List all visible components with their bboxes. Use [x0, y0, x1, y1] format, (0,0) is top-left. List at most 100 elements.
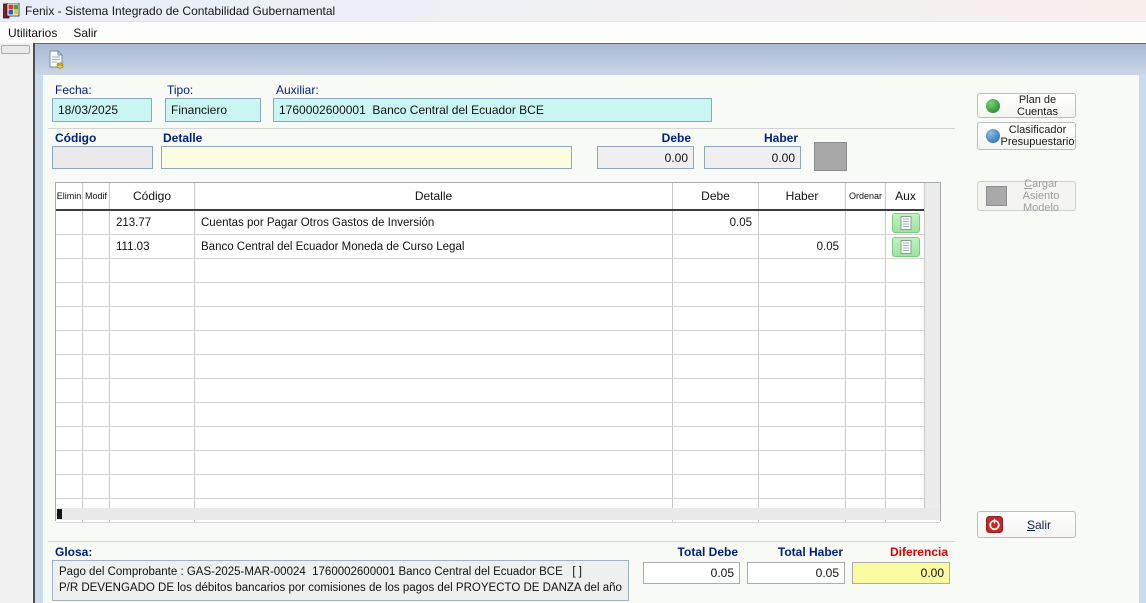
cell-codigo	[110, 403, 195, 426]
cell-debe	[673, 355, 759, 378]
header-aux: Aux	[886, 183, 925, 209]
horizontal-scroll-thumb[interactable]	[57, 509, 62, 519]
cell-modif	[83, 211, 110, 234]
salir-button[interactable]: Salir	[977, 511, 1076, 538]
header-haber: Haber	[759, 183, 846, 209]
aux-button[interactable]	[892, 237, 920, 257]
glosa-label: Glosa:	[55, 545, 92, 559]
gray-square-icon	[986, 186, 1007, 206]
table-row	[56, 283, 940, 307]
total-haber-value: 0.05	[747, 562, 845, 584]
cargar-asiento-label: Cargar Asiento Modelo	[1007, 178, 1075, 214]
table-row[interactable]: 111.03Banco Central del Ecuador Moneda d…	[56, 235, 940, 259]
table-row	[56, 451, 940, 475]
cell-debe	[673, 283, 759, 306]
cell-aux	[886, 283, 925, 306]
menu-salir[interactable]: Salir	[65, 24, 105, 42]
fenix-app-icon	[3, 3, 20, 19]
cell-haber	[759, 211, 846, 234]
cell-detalle	[195, 331, 673, 354]
cargar-asiento-modelo-button[interactable]: Cargar Asiento Modelo	[977, 181, 1076, 211]
header-detalle: Detalle	[195, 183, 673, 209]
table-row	[56, 475, 940, 499]
cell-detalle	[195, 283, 673, 306]
header-elimin: Elimin	[56, 183, 83, 209]
cell-ordenar	[846, 403, 886, 426]
cell-codigo: 111.03	[110, 235, 195, 258]
header-debe: Debe	[673, 183, 759, 209]
table-row	[56, 307, 940, 331]
table-row	[56, 403, 940, 427]
cell-modif	[83, 451, 110, 474]
table-row	[56, 427, 940, 451]
mini-scrollbar[interactable]	[1, 45, 30, 54]
cell-modif	[83, 259, 110, 282]
cell-elimin	[56, 355, 83, 378]
toolbar	[35, 43, 1146, 75]
cell-haber	[759, 379, 846, 402]
cell-elimin	[56, 331, 83, 354]
cell-debe	[673, 235, 759, 258]
cell-codigo	[110, 355, 195, 378]
cell-aux	[886, 211, 925, 234]
voucher-toolbar-button[interactable]	[45, 48, 67, 71]
aux-button[interactable]	[892, 213, 920, 233]
plan-de-cuentas-button[interactable]: Plan de Cuentas	[977, 93, 1076, 118]
haber-input[interactable]: 0.00	[704, 146, 801, 169]
cell-elimin	[56, 475, 83, 498]
green-sphere-icon	[986, 99, 1000, 113]
table-row	[56, 355, 940, 379]
cell-ordenar	[846, 259, 886, 282]
cell-aux	[886, 475, 925, 498]
cell-haber: 0.05	[759, 235, 846, 258]
cell-detalle	[195, 475, 673, 498]
document-lines-icon	[900, 216, 912, 230]
diferencia-label: Diferencia	[852, 545, 948, 559]
cell-ordenar	[846, 427, 886, 450]
cell-elimin	[56, 307, 83, 330]
cell-haber	[759, 403, 846, 426]
cell-ordenar	[846, 307, 886, 330]
cell-codigo: 213.77	[110, 211, 195, 234]
cell-detalle	[195, 427, 673, 450]
tipo-input[interactable]: Financiero	[165, 98, 261, 122]
cell-modif	[83, 427, 110, 450]
header-modif: Modif	[83, 183, 110, 209]
detalle-input[interactable]	[161, 146, 572, 169]
cell-detalle	[195, 355, 673, 378]
table-row	[56, 259, 940, 283]
cell-ordenar	[846, 331, 886, 354]
cell-codigo	[110, 427, 195, 450]
cell-elimin	[56, 235, 83, 258]
codigo-input[interactable]	[52, 146, 153, 169]
cell-debe	[673, 307, 759, 330]
cell-modif	[83, 283, 110, 306]
cell-ordenar	[846, 283, 886, 306]
cell-ordenar	[846, 235, 886, 258]
table-row[interactable]: 213.77Cuentas por Pagar Otros Gastos de …	[56, 211, 940, 235]
cell-codigo	[110, 331, 195, 354]
table-vertical-scrollbar[interactable]	[924, 183, 940, 508]
add-entry-button[interactable]	[814, 142, 847, 171]
cell-debe	[673, 259, 759, 282]
clasificador-presupuestario-button[interactable]: Clasificador Presupuestario	[977, 122, 1076, 150]
auxiliar-input[interactable]: 1760002600001 Banco Central del Ecuador …	[273, 98, 712, 122]
fecha-input[interactable]: 18/03/2025	[52, 98, 152, 122]
cell-modif	[83, 403, 110, 426]
detalle-label: Detalle	[163, 131, 202, 145]
glosa-textarea[interactable]: Pago del Comprobante : GAS-2025-MAR-0002…	[52, 560, 629, 601]
panel-right-edge	[1139, 75, 1146, 603]
menu-utilitarios[interactable]: Utilitarios	[0, 24, 65, 42]
cell-debe	[673, 403, 759, 426]
cell-modif	[83, 307, 110, 330]
cell-aux	[886, 403, 925, 426]
cell-aux	[886, 451, 925, 474]
cell-ordenar	[846, 451, 886, 474]
debe-input[interactable]: 0.00	[597, 146, 694, 169]
cell-modif	[83, 379, 110, 402]
cell-elimin	[56, 211, 83, 234]
table-horizontal-scrollbar[interactable]	[56, 508, 940, 520]
cell-elimin	[56, 427, 83, 450]
mdi-background	[0, 43, 33, 603]
panel-left-edge	[35, 75, 43, 603]
